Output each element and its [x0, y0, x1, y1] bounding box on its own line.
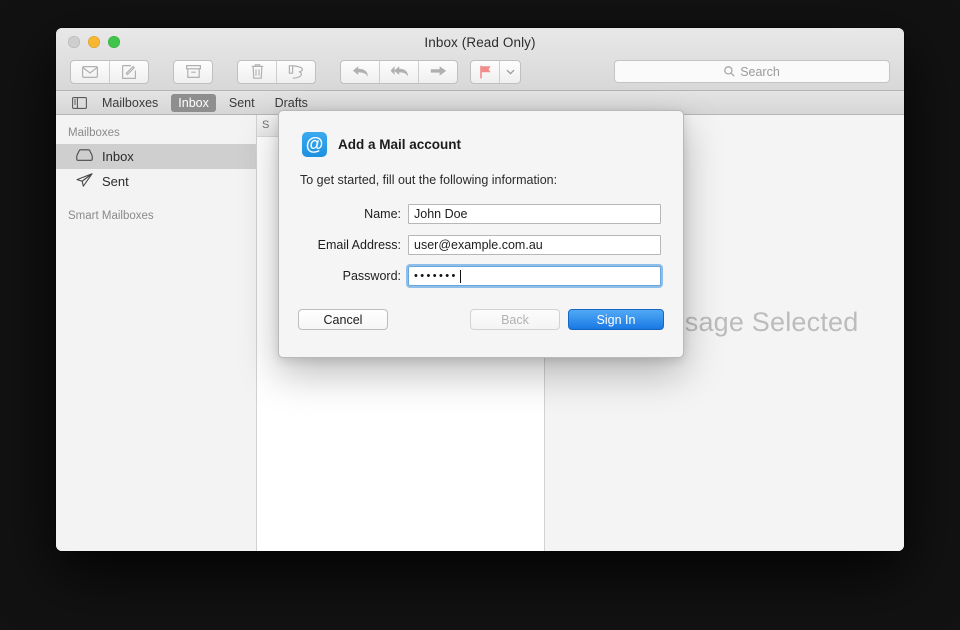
email-field[interactable]: user@example.com.au [408, 235, 661, 255]
email-field-row: Email Address: user@example.com.au [301, 235, 661, 255]
inbox-tray-icon [76, 149, 93, 164]
search-placeholder: Search [740, 64, 780, 79]
get-mail-button[interactable] [71, 60, 110, 83]
sidebar-item-sent[interactable]: Sent [56, 169, 256, 194]
password-field-label: Password: [342, 269, 401, 283]
reply-button[interactable] [341, 60, 380, 83]
password-masked-value: ••••••• [414, 270, 458, 282]
email-field-label: Email Address: [317, 238, 401, 252]
at-sign-icon: @ [302, 132, 327, 157]
desktop-background: Inbox (Read Only) Search Mailboxes Inbox… [0, 0, 960, 630]
name-field-row: Name: John Doe [301, 204, 661, 224]
favorites-item-sent[interactable]: Sent [222, 94, 262, 112]
reply-all-button[interactable] [380, 60, 419, 83]
window-title: Inbox (Read Only) [424, 35, 536, 50]
flag-dropdown-button[interactable] [500, 61, 520, 83]
main-toolbar: Search [56, 53, 904, 90]
search-icon [724, 66, 735, 77]
mail-actions-group [70, 59, 149, 84]
archive-group [173, 59, 213, 84]
back-button[interactable]: Back [470, 309, 560, 330]
sidebar-item-label: Sent [102, 174, 129, 189]
window-titlebar: Inbox (Read Only) Search [56, 28, 904, 91]
paper-plane-icon [76, 173, 93, 190]
sign-in-button[interactable]: Sign In [568, 309, 664, 330]
forward-button[interactable] [419, 61, 457, 83]
compose-button[interactable] [110, 61, 148, 83]
dialog-button-row: Cancel Back Sign In [279, 297, 683, 330]
name-field-label: Name: [364, 207, 401, 221]
sidebar-section-mailboxes: Mailboxes [68, 127, 120, 139]
favorites-item-inbox[interactable]: Inbox [171, 93, 216, 112]
password-field-row: Password: ••••••• [301, 266, 661, 286]
junk-button[interactable] [277, 61, 315, 83]
reply-forward-group [340, 59, 458, 84]
sidebar-toggle-icon[interactable] [72, 96, 87, 109]
password-field[interactable]: ••••••• [408, 266, 661, 286]
sidebar-section-smart-mailboxes: Smart Mailboxes [68, 210, 154, 222]
archive-button[interactable] [174, 61, 212, 83]
dialog-header: @ Add a Mail account [279, 111, 683, 157]
sidebar-item-label: Inbox [102, 149, 134, 164]
delete-button[interactable] [238, 60, 277, 83]
flag-group [470, 59, 521, 84]
mailbox-sidebar: Mailboxes Inbox Sent Smart Mailboxes [56, 115, 257, 551]
add-mail-account-dialog: @ Add a Mail account To get started, fil… [278, 110, 684, 358]
cancel-button[interactable]: Cancel [298, 309, 388, 330]
dialog-subtitle: To get started, fill out the following i… [300, 173, 558, 187]
search-input[interactable]: Search [614, 60, 890, 83]
sidebar-item-inbox[interactable]: Inbox [56, 144, 256, 169]
flag-button[interactable] [471, 60, 500, 83]
account-form: Name: John Doe Email Address: user@examp… [279, 187, 683, 286]
delete-junk-group [237, 59, 316, 84]
name-field[interactable]: John Doe [408, 204, 661, 224]
dialog-title: Add a Mail account [338, 137, 462, 152]
favorites-item-drafts[interactable]: Drafts [268, 94, 315, 112]
text-cursor [459, 269, 461, 283]
favorites-item-mailboxes[interactable]: Mailboxes [95, 94, 165, 112]
